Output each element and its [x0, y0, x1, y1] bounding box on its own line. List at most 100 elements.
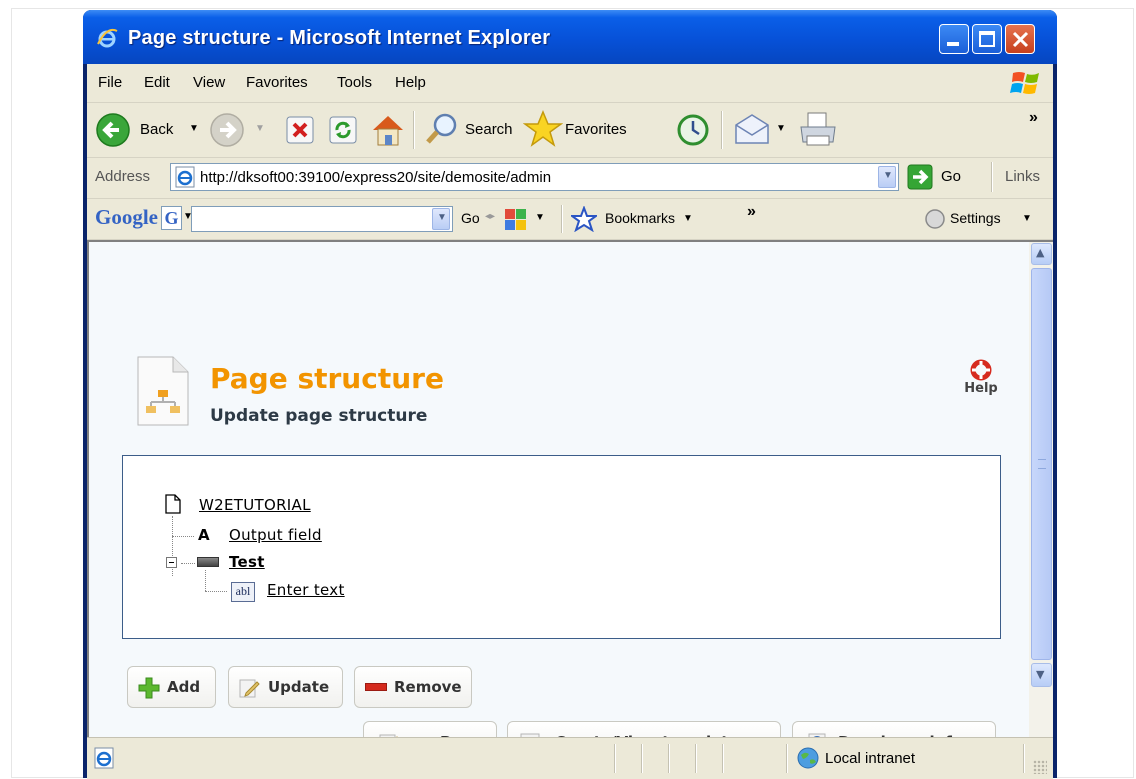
scrollbar-thumb[interactable]	[1031, 268, 1052, 660]
google-more-chevron[interactable]: »	[747, 203, 756, 221]
document-icon	[165, 494, 181, 514]
google-puzzle-dropdown-icon[interactable]: ▼	[535, 212, 545, 223]
status-separator	[641, 744, 643, 773]
forward-button[interactable]: ▼	[209, 111, 269, 149]
address-bar: Address http://dksoft00:39100/express20/…	[87, 158, 1053, 199]
page-icon	[175, 166, 195, 188]
go-button[interactable]: Go	[907, 163, 971, 191]
status-separator	[786, 744, 788, 773]
forward-dropdown-icon[interactable]: ▼	[255, 123, 265, 134]
search-button[interactable]: Search	[425, 111, 517, 149]
links-label[interactable]: Links	[1005, 168, 1040, 185]
google-search-dropdown[interactable]: ▼	[432, 208, 450, 230]
tree-item-test[interactable]: Test	[229, 553, 265, 571]
close-button[interactable]	[1005, 24, 1035, 54]
settings-label: Settings	[950, 210, 1001, 226]
google-g-button[interactable]: G ▼	[161, 206, 193, 230]
menu-bar: File Edit View Favorites Tools Help	[87, 64, 1053, 103]
menu-tools[interactable]: Tools	[337, 74, 372, 91]
maximize-icon	[979, 31, 995, 47]
google-search-input[interactable]: ▼	[191, 206, 453, 232]
menu-view[interactable]: View	[193, 74, 225, 91]
settings-button[interactable]: Settings ▼	[924, 206, 1044, 232]
mail-button[interactable]: ▼	[733, 112, 789, 148]
close-icon	[1012, 31, 1029, 48]
page-title: Page structure	[210, 362, 444, 395]
resize-grip-icon[interactable]	[1033, 760, 1047, 774]
tree-item-enter-text[interactable]: Enter text	[267, 581, 345, 599]
plus-icon	[138, 677, 160, 699]
address-dropdown-button[interactable]: ▼	[878, 166, 896, 188]
minimize-button[interactable]	[939, 24, 969, 54]
status-separator	[1023, 744, 1025, 773]
settings-dropdown-icon: ▼	[1022, 213, 1032, 224]
bookmarks-button[interactable]: Bookmarks ▼	[571, 204, 731, 234]
home-icon[interactable]	[369, 111, 407, 149]
remove-label: Remove	[394, 678, 462, 696]
tree-root-item[interactable]: W2ETUTORIAL	[199, 496, 311, 514]
vertical-scrollbar[interactable]: ▲ ▼	[1029, 242, 1053, 737]
google-puzzle-icon[interactable]	[503, 206, 529, 232]
print-icon[interactable]	[798, 111, 838, 149]
refresh-icon[interactable]	[328, 115, 358, 145]
back-label: Back	[140, 121, 174, 138]
output-field-icon: A	[198, 526, 210, 544]
maximize-button[interactable]	[972, 24, 1002, 54]
favorites-star-icon	[523, 110, 563, 147]
remove-button[interactable]: Remove	[354, 666, 472, 708]
page-structure-icon	[137, 356, 189, 426]
ie-logo-icon	[97, 28, 118, 48]
back-arrow-icon	[96, 113, 130, 147]
update-button[interactable]: Update	[228, 666, 343, 708]
status-separator	[668, 744, 670, 773]
lifebuoy-help-icon	[970, 359, 992, 381]
help-label: Help	[964, 381, 998, 396]
container-icon	[197, 557, 219, 567]
tree-item-output-field[interactable]: Output field	[229, 526, 322, 544]
back-dropdown-icon[interactable]: ▼	[189, 123, 199, 134]
address-field[interactable]: http://dksoft00:39100/express20/site/dem…	[170, 163, 899, 191]
chevron-down-icon: ▼	[883, 170, 893, 181]
scroll-down-button[interactable]: ▼	[1031, 663, 1052, 687]
minus-remove-icon	[365, 683, 387, 691]
google-go-button[interactable]: Go	[461, 210, 480, 226]
stop-icon[interactable]	[285, 115, 315, 145]
menu-file[interactable]: File	[98, 74, 122, 91]
search-label: Search	[465, 121, 513, 138]
google-logo[interactable]: Google	[95, 205, 158, 230]
address-url: http://dksoft00:39100/express20/site/dem…	[200, 169, 552, 186]
google-g-icon: G	[161, 206, 182, 230]
menu-edit[interactable]: Edit	[144, 74, 170, 91]
google-toolbar: Google G ▼ ▼ Go ◂▸ ▼ Bookmarks ▼ » Setti…	[87, 199, 1053, 240]
add-button[interactable]: Add	[127, 666, 216, 708]
status-bar: Local intranet	[87, 737, 1053, 779]
page-structure-tree: W2ETUTORIAL A Output field Test abl Ente…	[122, 455, 1001, 639]
bookmark-star-icon	[571, 206, 597, 232]
toolbar-separator	[721, 111, 723, 149]
address-label: Address	[95, 168, 151, 185]
history-icon[interactable]	[675, 112, 711, 148]
back-button[interactable]: Back ▼	[95, 111, 205, 149]
scroll-up-button[interactable]: ▲	[1031, 243, 1052, 265]
favorites-button[interactable]: Favorites	[523, 109, 653, 149]
text-input-icon: abl	[231, 582, 255, 602]
go-arrow-icon	[907, 164, 933, 190]
google-separator	[561, 205, 563, 233]
toolbar-more-chevron[interactable]: »	[1029, 109, 1038, 127]
favorites-label: Favorites	[565, 121, 627, 138]
collapse-toggle[interactable]	[166, 557, 177, 568]
title-bar[interactable]: Page structure - Microsoft Internet Expl…	[83, 10, 1057, 64]
bookmarks-label: Bookmarks	[605, 210, 676, 226]
chevron-down-icon: ▼	[1036, 668, 1045, 681]
help-button[interactable]: Help	[961, 359, 1001, 396]
settings-circle-icon	[925, 209, 945, 229]
mail-dropdown-icon[interactable]: ▼	[776, 123, 786, 134]
menu-help[interactable]: Help	[395, 74, 426, 91]
window-title: Page structure - Microsoft Internet Expl…	[128, 27, 551, 49]
menu-favorites[interactable]: Favorites	[246, 74, 308, 91]
window-client: File Edit View Favorites Tools Help Back	[87, 64, 1053, 779]
mail-icon	[735, 114, 769, 144]
page-subtitle: Update page structure	[210, 406, 428, 426]
thumb-grip	[1038, 459, 1046, 469]
toolbar-separator	[413, 111, 415, 149]
